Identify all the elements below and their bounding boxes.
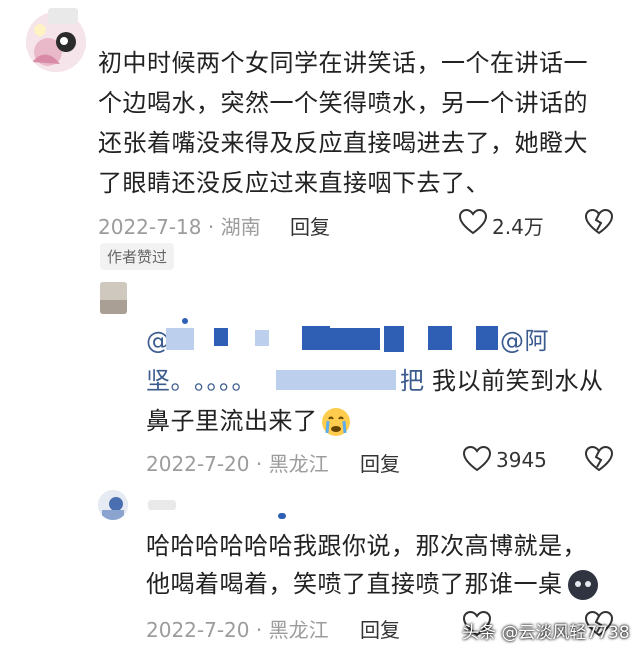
broken-heart-icon[interactable] xyxy=(584,445,614,477)
mention-link[interactable]: @阿 xyxy=(500,323,549,360)
watermark: 头条 @云淡风轻7738 xyxy=(462,623,630,643)
redaction xyxy=(330,328,380,350)
username-redacted[interactable] xyxy=(182,318,188,324)
mention-link[interactable]: 把 xyxy=(400,363,425,400)
username[interactable] xyxy=(148,500,176,510)
redaction xyxy=(166,328,194,350)
reply-button[interactable]: 回复 xyxy=(360,448,400,477)
username-redacted xyxy=(278,513,286,519)
comment-text-line: 我以前笑到水从 xyxy=(432,367,604,395)
mention-link[interactable]: 坚。 xyxy=(146,363,195,400)
like-count: 2.4万 xyxy=(492,215,544,239)
dark-face-emoji xyxy=(568,570,598,600)
avatar[interactable] xyxy=(98,490,128,520)
redaction xyxy=(384,326,404,352)
heart-outline-icon[interactable] xyxy=(458,208,488,240)
comment-date-location: 2022-7-20 · 黑龙江 xyxy=(146,452,329,476)
comment-date-location: 2022-7-20 · 黑龙江 xyxy=(146,618,329,642)
reply-button[interactable]: 回复 xyxy=(360,614,400,643)
comment-text-line: 哈哈哈哈哈哈我跟你说，那次高博就是， xyxy=(146,532,587,560)
redaction xyxy=(255,330,269,346)
comment-date-location: 2022-7-18 · 湖南 xyxy=(98,215,261,239)
redaction xyxy=(302,326,330,350)
comment-text-line: 还张着嘴没来得及反应直接喝进去了，她瞪大 xyxy=(98,129,588,157)
crying-face-emoji xyxy=(320,406,352,442)
redaction xyxy=(428,326,452,350)
reply-button[interactable]: 回复 xyxy=(290,211,330,240)
comment-text-line: 初中时候两个女同学在讲笑话，一个在讲话一 xyxy=(98,49,588,77)
mention-link[interactable]: 。。。。 xyxy=(194,363,256,400)
comment-text-line: 了眼睛还没反应过来直接咽下去了、 xyxy=(98,169,490,197)
redaction xyxy=(214,328,228,346)
comment-text-line: 鼻子里流出来了 xyxy=(146,407,318,435)
author-liked-badge: 作者赞过 xyxy=(100,243,175,270)
username[interactable] xyxy=(48,8,78,24)
heart-outline-icon[interactable] xyxy=(462,445,492,477)
comment-text-line: 他喝着喝着，笑喷了直接喷了那谁一桌 xyxy=(146,570,563,598)
redaction xyxy=(476,326,498,350)
redaction xyxy=(276,370,396,390)
avatar[interactable] xyxy=(100,282,127,314)
comment-text-line: 个边喝水，突然一个笑得喷水，另一个讲话的 xyxy=(98,89,588,117)
like-count: 3945 xyxy=(496,448,547,472)
broken-heart-icon[interactable] xyxy=(584,208,614,240)
